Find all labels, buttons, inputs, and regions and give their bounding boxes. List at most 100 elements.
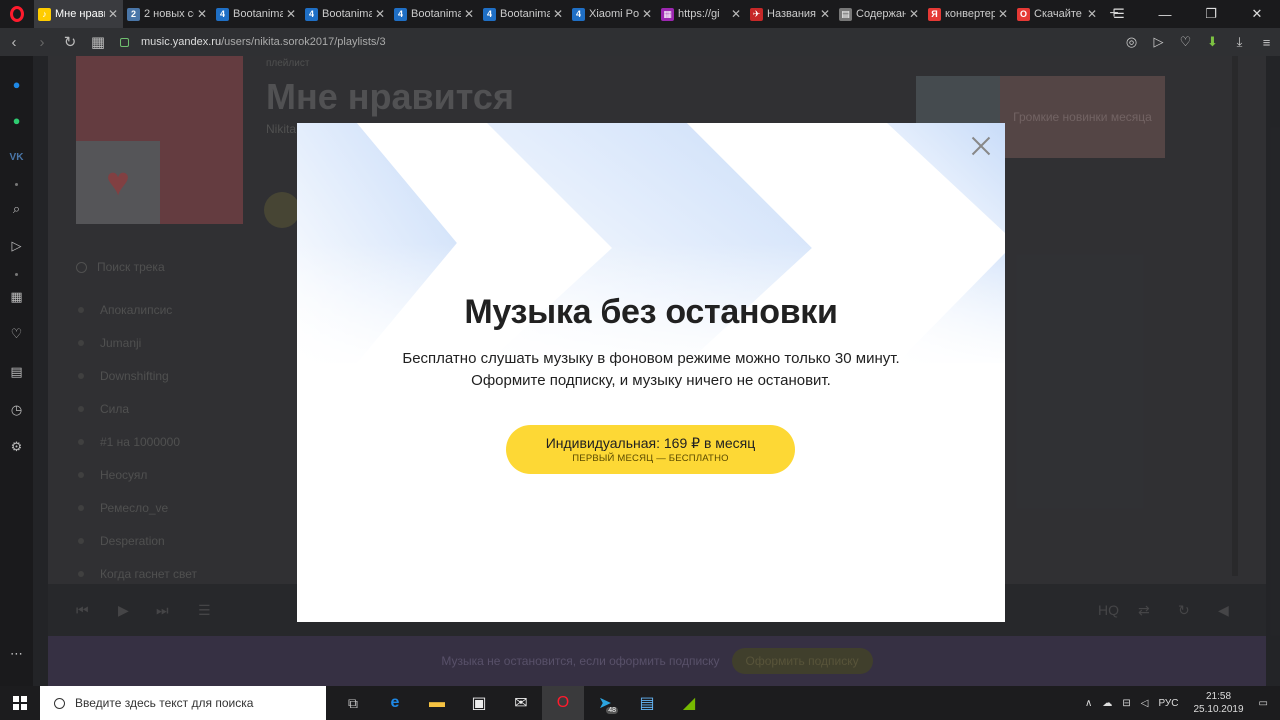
subscribe-button-sublabel: ПЕРВЫЙ МЕСЯЦ — БЕСПЛАТНО — [572, 453, 729, 464]
close-tab-icon[interactable]: ✕ — [463, 7, 475, 21]
modal-description-line2: Оформите подписку, и музыку ничего не ос… — [471, 372, 831, 389]
address-bar: ‹ › ↻ ▦ music.yandex.ru/users/nikita.sor… — [0, 28, 1280, 56]
close-tab-icon[interactable]: ✕ — [107, 7, 119, 21]
tab-title: Мне нравится — [55, 8, 105, 20]
url-field[interactable]: music.yandex.ru/users/nikita.sorok2017/p… — [120, 36, 386, 48]
lock-icon — [120, 37, 129, 47]
more-icon[interactable]: ⋯ — [0, 642, 33, 666]
tab[interactable]: ▤ Содержание✕ — [835, 0, 924, 28]
whatsapp-icon[interactable]: ● — [0, 108, 33, 132]
telegram-badge: 48 — [606, 707, 618, 714]
heart-icon[interactable]: ♡ — [1172, 34, 1199, 50]
edge-icon[interactable]: e — [374, 686, 416, 720]
tab[interactable]: 4 Bootanimation✕ — [301, 0, 390, 28]
tabs-menu-icon[interactable]: ☰ — [1096, 0, 1142, 28]
tab[interactable]: 4 Bootanimation✕ — [479, 0, 568, 28]
app-icon[interactable]: ▤ — [626, 686, 668, 720]
modal-description: Бесплатно слушать музыку в фоновом режим… — [297, 348, 1005, 392]
tab-title: Xiaomi Poco — [589, 8, 639, 20]
tab-title: Содержание — [856, 8, 906, 20]
send-icon[interactable]: ▷ — [0, 234, 33, 258]
url-path: /users/nikita.sorok2017/playlists/3 — [221, 36, 386, 48]
search-icon[interactable]: ⌕ — [0, 197, 33, 221]
close-tab-icon[interactable]: ✕ — [641, 7, 653, 21]
onedrive-icon[interactable]: ☁ — [1102, 698, 1112, 709]
address-bar-actions: ◎ ▷ ♡ ⬇ ⤓ ≡ — [1118, 28, 1280, 56]
tab-title: Bootanimation — [233, 8, 283, 20]
close-tab-icon[interactable]: ✕ — [819, 7, 831, 21]
sidebar: ● ● VK ⌕ ▷ ▦ ♡ ▤ ◷ ⚙ ⋯ — [0, 56, 33, 686]
nvidia-icon[interactable]: ◢ — [668, 686, 710, 720]
modal-title: Музыка без остановки — [464, 293, 838, 331]
taskbar-search[interactable]: Введите здесь текст для поиска — [40, 686, 326, 720]
close-modal-button[interactable] — [971, 135, 991, 155]
4pda-icon: 4 — [572, 7, 585, 21]
minimize-button[interactable]: — — [1142, 0, 1188, 28]
tab-title: Bootanimation — [322, 8, 372, 20]
messenger-icon[interactable]: ● — [0, 72, 33, 96]
tab[interactable]: 4 Xiaomi Poco✕ — [568, 0, 657, 28]
clock[interactable]: 21:58 25.10.2019 — [1193, 690, 1243, 716]
mail-icon[interactable]: ✉ — [500, 686, 542, 720]
network-icon[interactable]: ⊟ — [1122, 698, 1130, 709]
tab[interactable]: 4 Bootanimation✕ — [212, 0, 301, 28]
taskbar-search-placeholder: Введите здесь текст для поиска — [75, 696, 254, 710]
yandex-music-icon: ♪ — [38, 7, 51, 21]
close-tab-icon[interactable]: ✕ — [730, 7, 742, 21]
close-window-button[interactable]: ✕ — [1234, 0, 1280, 28]
tab-title: Bootanimation — [500, 8, 550, 20]
close-tab-icon[interactable]: ✕ — [285, 7, 297, 21]
settings-icon[interactable]: ⚙ — [0, 435, 33, 459]
tray-expand-icon[interactable]: ∧ — [1085, 698, 1092, 709]
system-tray: ∧ ☁ ⊟ ◁ РУС 21:58 25.10.2019 ▭ — [1080, 686, 1280, 720]
file-explorer-icon[interactable]: ▬ — [416, 686, 458, 720]
opera-menu-button[interactable] — [0, 0, 34, 28]
tab[interactable]: 2 2 новых сообщения✕ — [123, 0, 212, 28]
store-icon[interactable]: ▣ — [458, 686, 500, 720]
tabs-overview-button[interactable]: ▦ — [84, 28, 112, 56]
reload-button[interactable]: ↻ — [56, 28, 84, 56]
subscribe-button[interactable]: Индивидуальная: 169 ₽ в месяц ПЕРВЫЙ МЕС… — [506, 425, 795, 474]
news-icon[interactable]: ▤ — [0, 360, 33, 384]
close-tab-icon[interactable]: ✕ — [908, 7, 920, 21]
close-tab-icon[interactable]: ✕ — [374, 7, 386, 21]
4pda-icon: 4 — [483, 7, 496, 21]
bookmarks-icon[interactable]: ♡ — [0, 322, 33, 346]
window-controls: ☰ — ❐ ✕ — [1096, 0, 1280, 28]
tab[interactable]: O Скачайте ✕ — [1013, 0, 1102, 28]
camera-icon[interactable]: ◎ — [1118, 34, 1145, 50]
start-button[interactable] — [0, 686, 40, 720]
tab-strip: ♪Мне нравится✕22 новых сообщения✕4Bootan… — [0, 0, 1280, 28]
site-icon: ✈ — [750, 7, 763, 21]
menu-icon[interactable]: ≡ — [1253, 35, 1280, 50]
tab[interactable]: ▦ https://gi ✕ — [657, 0, 746, 28]
opera-taskbar-icon[interactable]: O — [542, 686, 584, 720]
close-tab-icon[interactable]: ✕ — [196, 7, 208, 21]
tab[interactable]: 4 Bootanimation✕ — [390, 0, 479, 28]
download-extension-icon[interactable]: ⬇ — [1199, 34, 1226, 50]
vk-icon[interactable]: VK — [0, 145, 33, 169]
back-button[interactable]: ‹ — [0, 28, 28, 56]
send-icon[interactable]: ▷ — [1145, 34, 1172, 50]
4pda-icon: 4 — [394, 7, 407, 21]
clock-date: 25.10.2019 — [1193, 704, 1244, 715]
language-indicator[interactable]: РУС — [1158, 698, 1178, 709]
forward-button[interactable]: › — [28, 28, 56, 56]
tab[interactable]: ♪ Мне нравится✕ — [34, 0, 123, 28]
task-view-icon[interactable]: ⧉ — [332, 686, 374, 720]
tab-title: Названия — [767, 8, 816, 20]
downloads-icon[interactable]: ⤓ — [1226, 34, 1253, 50]
modal-description-line1: Бесплатно слушать музыку в фоновом режим… — [402, 350, 900, 367]
close-tab-icon[interactable]: ✕ — [552, 7, 564, 21]
tab[interactable]: Яконвертер ✕ — [924, 0, 1013, 28]
notifications-icon[interactable]: ▭ — [1259, 698, 1268, 709]
maximize-button[interactable]: ❐ — [1188, 0, 1234, 28]
history-icon[interactable]: ◷ — [0, 398, 33, 422]
tab-title: Bootanimation — [411, 8, 461, 20]
tab-title: https://gi — [678, 8, 720, 20]
volume-icon[interactable]: ◁ — [1141, 698, 1149, 709]
tab[interactable]: ✈ Названия ✕ — [746, 0, 835, 28]
telegram-icon[interactable]: ➤ 48 — [584, 686, 626, 720]
speed-dial-icon[interactable]: ▦ — [0, 285, 33, 309]
close-tab-icon[interactable]: ✕ — [997, 7, 1009, 21]
